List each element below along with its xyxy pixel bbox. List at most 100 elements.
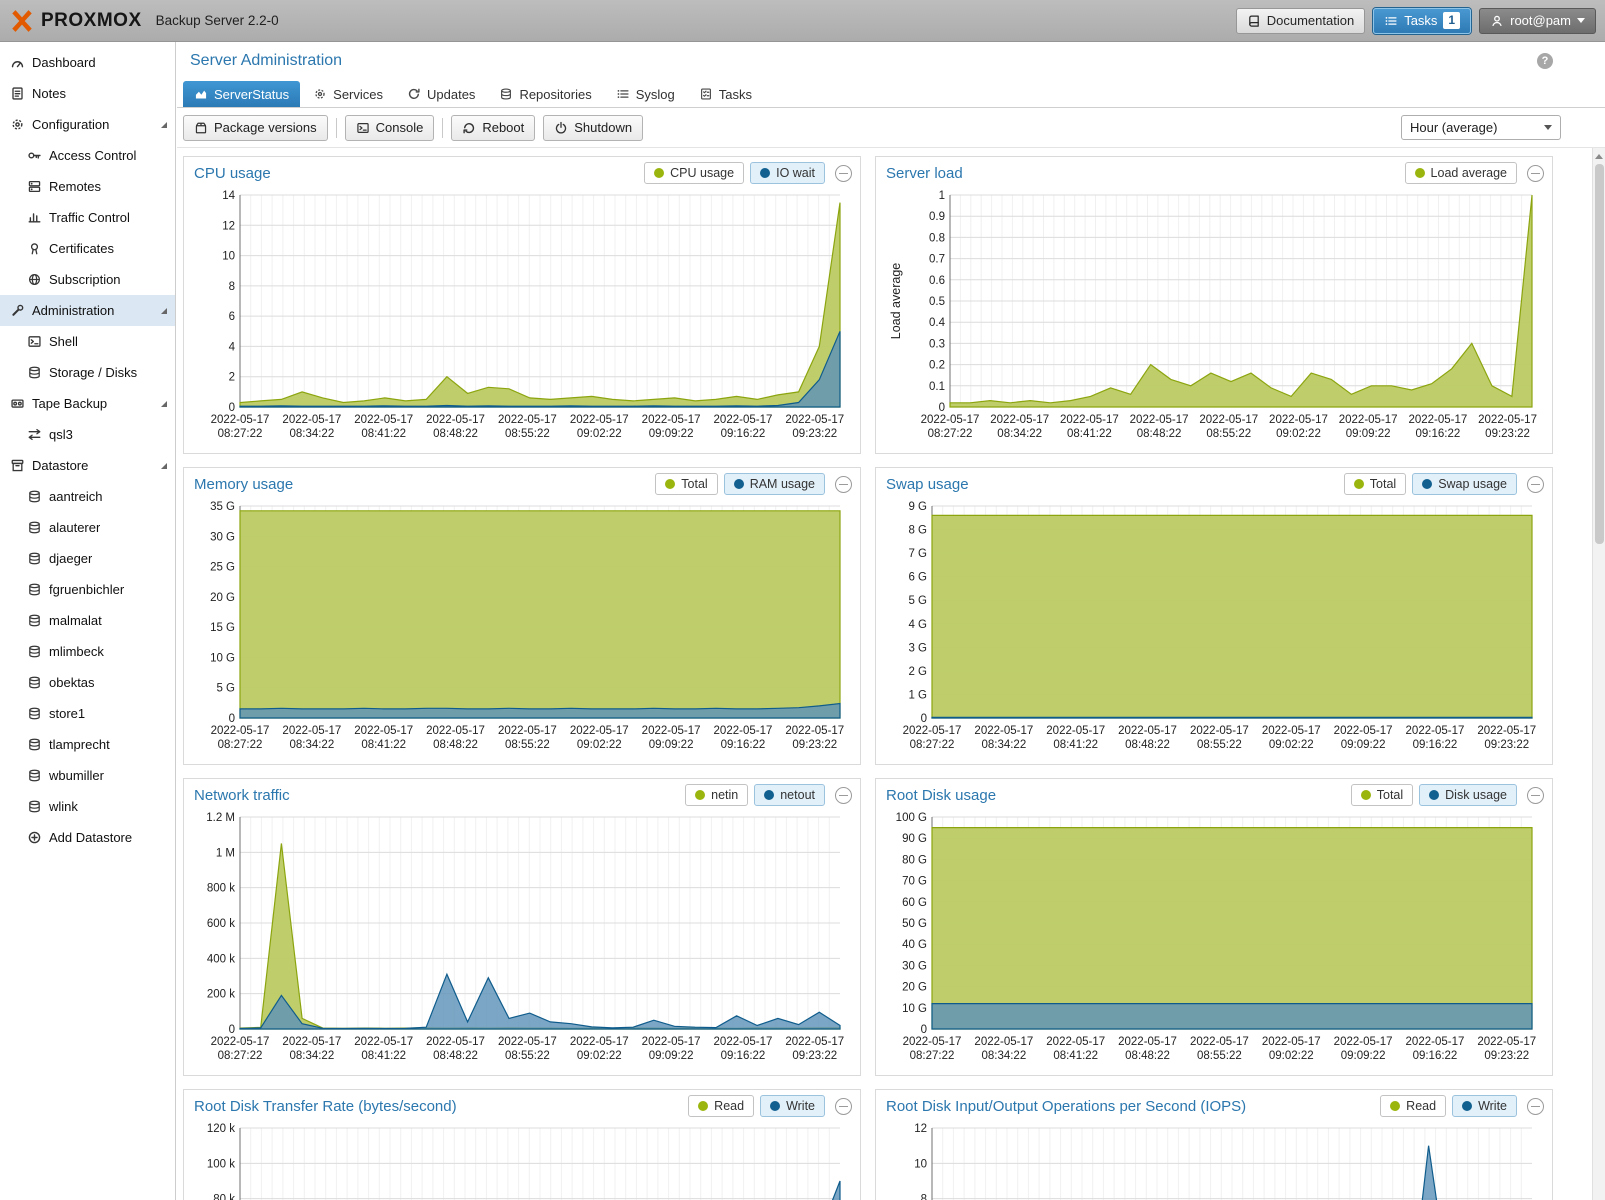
legend-toggle-total[interactable]: Total <box>655 473 717 495</box>
svg-text:2022-05-17: 2022-05-17 <box>1130 414 1189 426</box>
collapse-icon[interactable] <box>1527 165 1544 182</box>
svg-text:09:23:22: 09:23:22 <box>792 428 837 440</box>
svg-text:2022-05-17: 2022-05-17 <box>990 414 1049 426</box>
legend-label: RAM usage <box>750 477 815 491</box>
sidebar-item-label: wlink <box>49 799 78 814</box>
key-icon <box>27 148 42 163</box>
legend-toggle-read[interactable]: Read <box>1380 1095 1446 1117</box>
help-icon[interactable]: ? <box>1537 53 1553 69</box>
svg-text:2022-05-17: 2022-05-17 <box>570 725 629 737</box>
sidebar-item-tape-backup[interactable]: Tape Backup <box>0 388 175 419</box>
svg-text:09:09:22: 09:09:22 <box>1341 1050 1386 1062</box>
collapse-icon[interactable] <box>1527 1098 1544 1115</box>
svg-text:2022-05-17: 2022-05-17 <box>1262 1036 1321 1048</box>
expander-icon[interactable] <box>161 401 167 407</box>
svg-text:80 k: 80 k <box>213 1194 235 1200</box>
sidebar-item-storage-disks[interactable]: Storage / Disks <box>0 357 175 388</box>
collapse-icon[interactable] <box>1527 476 1544 493</box>
tab-updates[interactable]: Updates <box>396 81 486 107</box>
documentation-label: Documentation <box>1267 13 1354 28</box>
scrollbar-thumb[interactable] <box>1595 164 1604 544</box>
sidebar-item-djaeger[interactable]: djaeger <box>0 543 175 574</box>
collapse-icon[interactable] <box>835 787 852 804</box>
package-versions-button[interactable]: Package versions <box>183 115 328 141</box>
legend-toggle-read[interactable]: Read <box>688 1095 754 1117</box>
console-button[interactable]: Console <box>345 115 435 141</box>
sidebar-item-qsl3[interactable]: qsl3 <box>0 419 175 450</box>
legend-toggle-netout[interactable]: netout <box>754 784 825 806</box>
svg-text:0.4: 0.4 <box>929 317 946 329</box>
scroll-up-arrow-icon[interactable] <box>1593 150 1605 162</box>
tab-bar: ServerStatus Services Updates RepositoriesS… <box>177 80 1605 108</box>
svg-text:1 M: 1 M <box>216 847 235 859</box>
svg-text:09:02:22: 09:02:22 <box>577 428 622 440</box>
user-menu-button[interactable]: root@pam <box>1479 8 1596 34</box>
legend-toggle-total[interactable]: Total <box>1351 784 1413 806</box>
sidebar-item-certificates[interactable]: Certificates <box>0 233 175 264</box>
sidebar-item-configuration[interactable]: Configuration <box>0 109 175 140</box>
svg-text:4: 4 <box>229 341 236 353</box>
sidebar-item-traffic-control[interactable]: Traffic Control <box>0 202 175 233</box>
collapse-icon[interactable] <box>835 165 852 182</box>
svg-text:90 G: 90 G <box>902 833 927 845</box>
chevron-down-icon <box>1577 18 1585 23</box>
sidebar-item-datastore[interactable]: Datastore <box>0 450 175 481</box>
sidebar-item-remotes[interactable]: Remotes <box>0 171 175 202</box>
tab-label: Updates <box>427 87 475 102</box>
reboot-button[interactable]: Reboot <box>451 115 535 141</box>
tasks-button[interactable]: Tasks 1 <box>1373 8 1471 34</box>
expander-icon[interactable] <box>161 122 167 128</box>
sidebar-item-wlink[interactable]: wlink <box>0 791 175 822</box>
legend-toggle-total[interactable]: Total <box>1344 473 1406 495</box>
sidebar-item-administration[interactable]: Administration <box>0 295 175 326</box>
expander-icon[interactable] <box>161 308 167 314</box>
sidebar-item-shell[interactable]: Shell <box>0 326 175 357</box>
sidebar-item-fgruenbichler[interactable]: fgruenbichler <box>0 574 175 605</box>
legend-dot-icon <box>665 479 675 489</box>
sidebar-item-add-datastore[interactable]: Add Datastore <box>0 822 175 853</box>
sidebar-item-label: alauterer <box>49 520 100 535</box>
globe-icon <box>27 272 42 287</box>
legend-toggle-swap-usage[interactable]: Swap usage <box>1412 473 1517 495</box>
sidebar-item-access-control[interactable]: Access Control <box>0 140 175 171</box>
legend-toggle-ram-usage[interactable]: RAM usage <box>724 473 825 495</box>
svg-text:0.5: 0.5 <box>929 296 945 308</box>
legend-toggle-write[interactable]: Write <box>760 1095 825 1117</box>
legend-toggle-cpu-usage[interactable]: CPU usage <box>644 162 744 184</box>
collapse-icon[interactable] <box>835 476 852 493</box>
legend-toggle-disk-usage[interactable]: Disk usage <box>1419 784 1517 806</box>
tab-syslog[interactable]: Syslog <box>605 81 686 107</box>
tab-serverstatus[interactable]: ServerStatus <box>183 81 300 107</box>
vertical-scrollbar[interactable] <box>1592 148 1605 1200</box>
sidebar-item-obektas[interactable]: obektas <box>0 667 175 698</box>
timeframe-select[interactable]: Hour (average) <box>1401 115 1561 140</box>
page-title: Server Administration <box>190 52 342 70</box>
collapse-icon[interactable] <box>835 1098 852 1115</box>
sidebar-item-malmalat[interactable]: malmalat <box>0 605 175 636</box>
tab-services[interactable]: Services <box>302 81 394 107</box>
sidebar-item-subscription[interactable]: Subscription <box>0 264 175 295</box>
button-label: Reboot <box>482 120 524 135</box>
sidebar-item-alauterer[interactable]: alauterer <box>0 512 175 543</box>
sidebar-item-tlamprecht[interactable]: tlamprecht <box>0 729 175 760</box>
sidebar-item-mlimbeck[interactable]: mlimbeck <box>0 636 175 667</box>
svg-text:2022-05-17: 2022-05-17 <box>1478 414 1537 426</box>
tab-tasks[interactable]: Tasks <box>688 81 763 107</box>
expander-icon[interactable] <box>161 463 167 469</box>
legend-toggle-write[interactable]: Write <box>1452 1095 1517 1117</box>
sidebar-item-notes[interactable]: Notes <box>0 78 175 109</box>
sidebar-item-aantreich[interactable]: aantreich <box>0 481 175 512</box>
sidebar-item-wbumiller[interactable]: wbumiller <box>0 760 175 791</box>
legend-toggle-netin[interactable]: netin <box>685 784 748 806</box>
shutdown-button[interactable]: Shutdown <box>543 115 643 141</box>
plus-icon <box>27 830 42 845</box>
documentation-button[interactable]: Documentation <box>1236 8 1365 34</box>
legend-dot-icon <box>1361 790 1371 800</box>
tab-repositories[interactable]: Repositories <box>488 81 602 107</box>
legend-toggle-load-average[interactable]: Load average <box>1405 162 1517 184</box>
sidebar-item-dashboard[interactable]: Dashboard <box>0 47 175 78</box>
legend-toggle-io-wait[interactable]: IO wait <box>750 162 825 184</box>
sidebar-item-store1[interactable]: store1 <box>0 698 175 729</box>
collapse-icon[interactable] <box>1527 787 1544 804</box>
tab-label: Services <box>333 87 383 102</box>
